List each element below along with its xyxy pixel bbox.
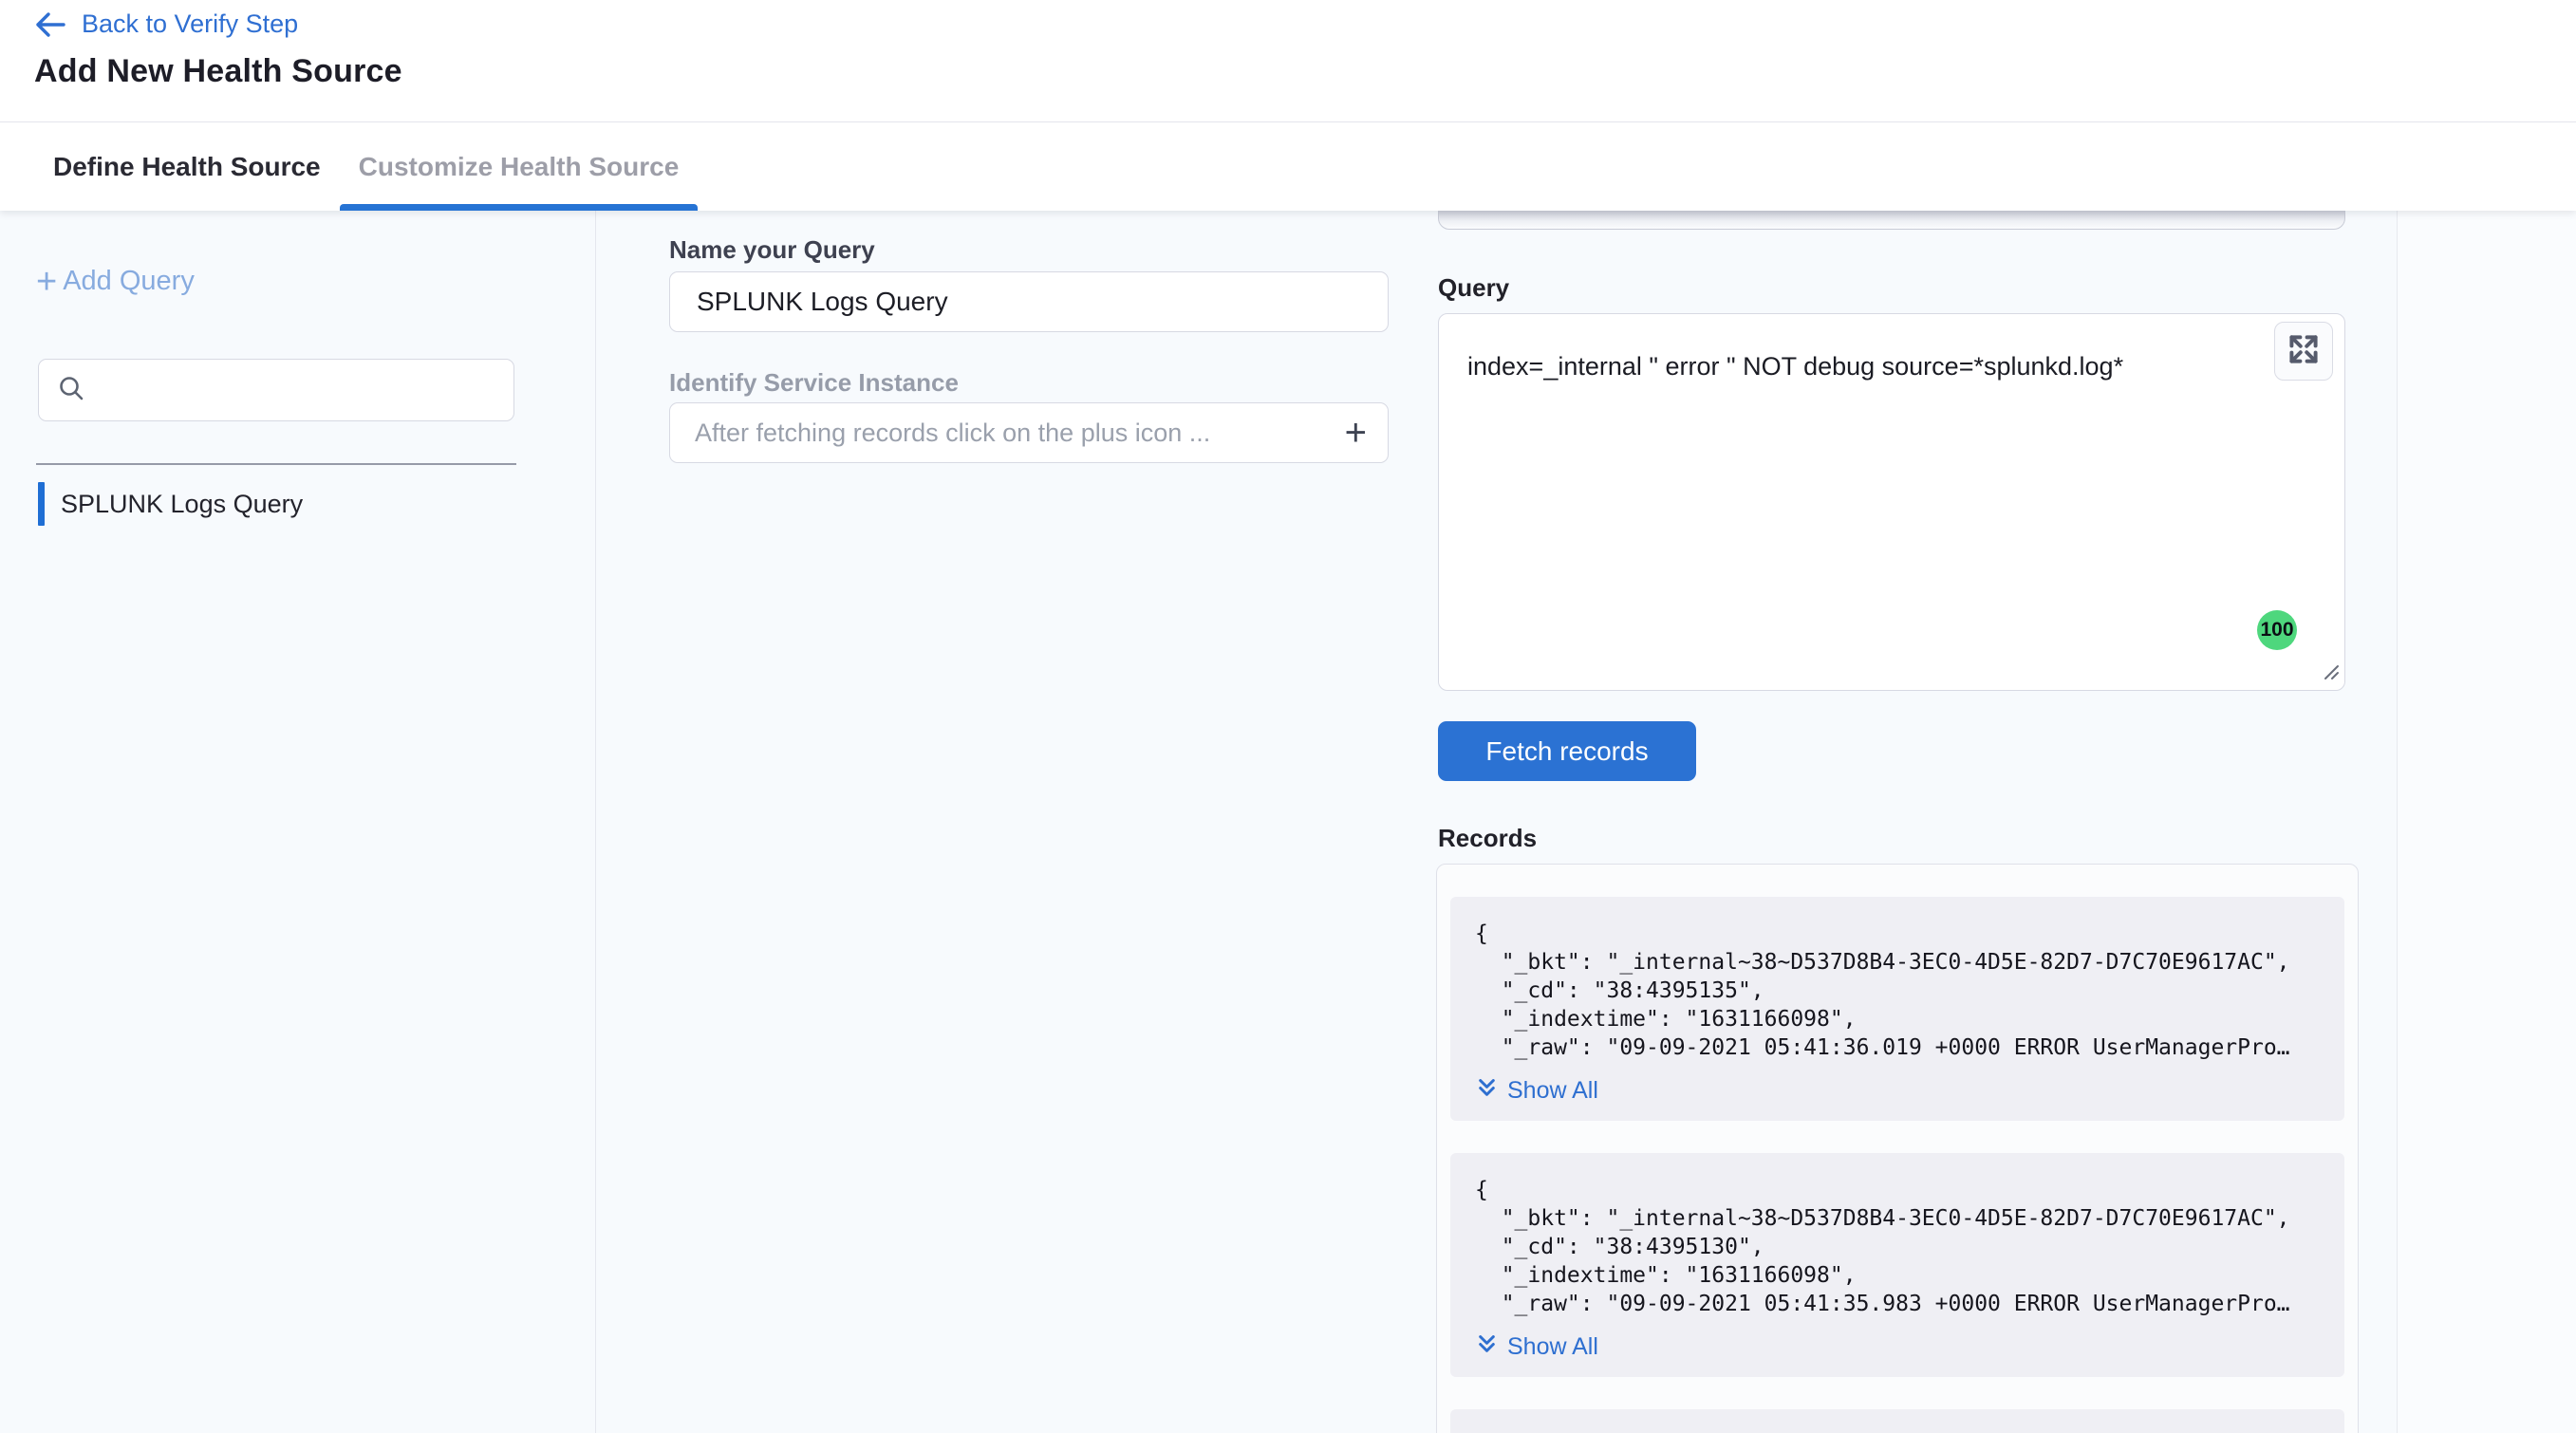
page-title: Add New Health Source [34,53,402,90]
service-instance-input[interactable] [670,419,1324,448]
page-header: Back to Verify Step Add New Health Sourc… [0,0,2576,121]
expand-query-button[interactable] [2274,322,2333,381]
record-json-line: "_indextime": "1631166098", [1475,1005,2320,1033]
record-json-line: { [1475,920,2320,948]
query-item-label: SPLUNK Logs Query [61,490,303,519]
tab-bar: Define Health Source Customize Health So… [0,121,2576,211]
double-chevron-down-icon [1475,1332,1499,1361]
right-side-panel [2397,211,2576,1433]
record-json-line: "_raw": "09-09-2021 05:41:36.019 +0000 E… [1475,1033,2320,1062]
records-label: Records [1438,824,1537,853]
query-editor[interactable]: index=_internal " error " NOT debug sour… [1438,313,2345,691]
record-json-line: "_cd": "38:4395130", [1475,1233,2320,1261]
sidebar-divider [36,463,516,465]
query-sidebar: + Add Query SPLUNK Logs Query [0,211,596,1433]
add-service-instance-plus-icon[interactable]: + [1324,414,1388,452]
record-json-line: { [1475,1176,2320,1204]
record-count-badge: 100 [2257,610,2297,650]
tab-customize-health-source[interactable]: Customize Health Source [340,122,699,211]
add-query-label: Add Query [63,266,195,297]
name-query-label: Name your Query [669,235,875,265]
double-chevron-down-icon [1475,1076,1499,1105]
sidebar-item-splunk-logs-query[interactable]: SPLUNK Logs Query [38,482,303,526]
show-all-link[interactable]: Show All [1475,1331,2320,1362]
expand-icon [2287,332,2321,371]
show-all-link[interactable]: Show All [1475,1075,2320,1106]
clipped-scrolled-field[interactable] [1438,211,2345,230]
service-instance-field: + [669,402,1389,463]
query-search-box [38,359,514,421]
record-json-line: "_cd": "38:4395135", [1475,977,2320,1005]
record-json-line: "_bkt": "_internal~38~D537D8B4-3EC0-4D5E… [1475,948,2320,977]
add-query-button[interactable]: + Add Query [36,266,195,297]
query-label: Query [1438,273,1509,303]
show-all-label: Show All [1507,1077,1598,1105]
tab-define-health-source[interactable]: Define Health Source [34,122,340,211]
fetch-records-button[interactable]: Fetch records [1438,721,1696,781]
record-json-line: "_bkt": "_internal~38~D537D8B4-3EC0-4D5E… [1475,1204,2320,1233]
service-instance-label: Identify Service Instance [669,368,959,398]
record-item-partial [1450,1409,2344,1433]
resize-handle[interactable] [2320,661,2341,686]
back-arrow-icon [34,11,66,38]
active-tab-indicator [340,204,699,211]
search-input[interactable] [98,376,506,405]
back-link-label: Back to Verify Step [82,9,298,39]
query-name-input[interactable]: SPLUNK Logs Query [669,271,1389,332]
selected-indicator-bar [38,482,45,526]
records-panel: { "_bkt": "_internal~38~D537D8B4-3EC0-4D… [1436,864,2359,1433]
record-json-line: "_raw": "09-09-2021 05:41:35.983 +0000 E… [1475,1290,2320,1318]
show-all-label: Show All [1507,1333,1598,1361]
content-area: + Add Query SPLUNK Logs Query Name your … [0,211,2576,1433]
record-json-line: "_indextime": "1631166098", [1475,1261,2320,1290]
back-link[interactable]: Back to Verify Step [34,9,298,39]
query-text: index=_internal " error " NOT debug sour… [1467,352,2123,382]
search-icon [56,373,86,408]
record-item: { "_bkt": "_internal~38~D537D8B4-3EC0-4D… [1450,1153,2344,1377]
plus-icon: + [36,268,57,296]
record-item: { "_bkt": "_internal~38~D537D8B4-3EC0-4D… [1450,897,2344,1121]
